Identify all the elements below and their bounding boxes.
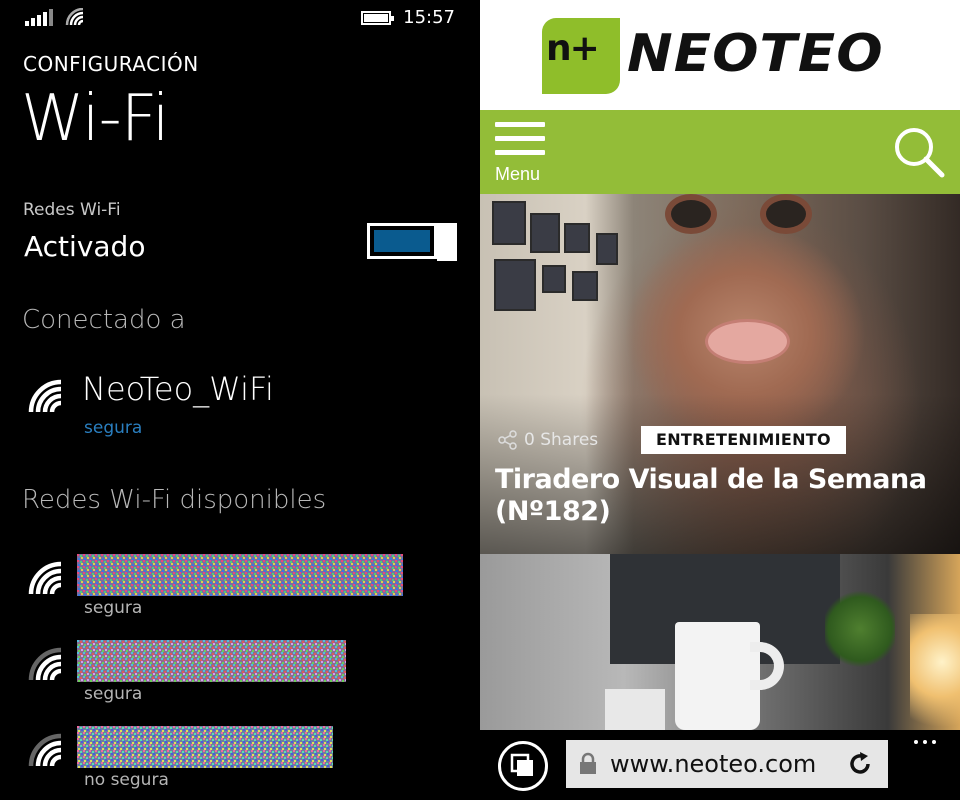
article-headline[interactable]: Tiradero Visual de la Semana (Nº182) — [495, 464, 945, 528]
share-count-label: 0 Shares — [524, 430, 599, 450]
search-icon[interactable] — [892, 125, 946, 179]
wifi-toggle-state: Activado — [24, 230, 146, 263]
network-security: no segura — [84, 770, 169, 790]
category-badge[interactable]: ENTRETENIMIENTO — [641, 426, 846, 454]
more-options-button[interactable] — [908, 730, 942, 754]
wifi-settings-screen: 15:57 CONFIGURACIÓN Wi-Fi Redes Wi-Fi Ac… — [0, 0, 480, 800]
image-cup — [605, 689, 665, 730]
featured-article[interactable]: 0 Shares ENTRETENIMIENTO Tiradero Visual… — [480, 194, 960, 554]
browser-screen: n+ NEOTEO Menu 0 Shares ENTRETENIMIENTO … — [480, 0, 960, 800]
site-logo-badge[interactable]: n+ — [542, 18, 620, 94]
logo-badge-text: n+ — [546, 28, 600, 69]
network-security: segura — [84, 684, 143, 704]
browser-address-bar: www.neoteo.com — [480, 730, 960, 800]
address-field[interactable]: www.neoteo.com — [566, 740, 888, 788]
redacted-network-name — [77, 640, 346, 682]
site-navbar: Menu — [480, 110, 960, 194]
tabs-button[interactable] — [498, 741, 548, 791]
wifi-toggle-switch[interactable] — [367, 223, 457, 261]
redacted-network-name — [77, 726, 333, 768]
refresh-icon[interactable] — [846, 750, 874, 778]
background-frames — [490, 199, 640, 339]
url-text: www.neoteo.com — [610, 750, 817, 778]
tabs-icon — [510, 753, 533, 776]
available-network-item[interactable]: segura — [28, 640, 468, 716]
second-article-image[interactable] — [480, 554, 960, 730]
status-clock: 15:57 — [403, 7, 455, 28]
connected-network-item[interactable]: NeoTeo_WiFi segura — [28, 370, 468, 448]
wifi-signal-full-icon — [28, 561, 62, 595]
settings-section-label: CONFIGURACIÓN — [23, 52, 199, 76]
image-mug — [675, 622, 760, 730]
cell-signal-icon — [25, 8, 53, 26]
network-security: segura — [84, 418, 143, 438]
image-lamp — [910, 614, 960, 730]
status-bar: 15:57 — [0, 0, 480, 36]
lock-icon — [580, 752, 596, 774]
site-header: n+ NEOTEO — [480, 0, 960, 110]
site-logo-wordmark[interactable]: NEOTEO — [627, 24, 884, 84]
menu-label[interactable]: Menu — [495, 164, 540, 185]
wifi-signal-medium-icon — [28, 733, 62, 767]
share-count[interactable]: 0 Shares — [498, 430, 598, 450]
wifi-signal-full-icon — [28, 379, 62, 413]
network-security: segura — [84, 598, 143, 618]
connected-heading: Conectado a — [22, 305, 186, 335]
wifi-icon — [65, 8, 84, 26]
available-network-item[interactable]: no segura — [28, 726, 468, 800]
wifi-signal-medium-icon — [28, 647, 62, 681]
face-mouth — [705, 319, 790, 364]
face-eye-right — [760, 194, 812, 234]
battery-icon — [361, 10, 395, 25]
page-title: Wi-Fi — [21, 82, 170, 156]
image-plant — [825, 589, 895, 669]
available-network-item[interactable]: segura — [28, 554, 468, 630]
network-name: NeoTeo_WiFi — [82, 370, 274, 408]
face-eye-left — [665, 194, 717, 234]
available-heading: Redes Wi-Fi disponibles — [22, 485, 327, 515]
share-icon — [498, 430, 517, 450]
redacted-network-name — [77, 554, 403, 596]
wifi-toggle-label: Redes Wi-Fi — [23, 200, 121, 220]
